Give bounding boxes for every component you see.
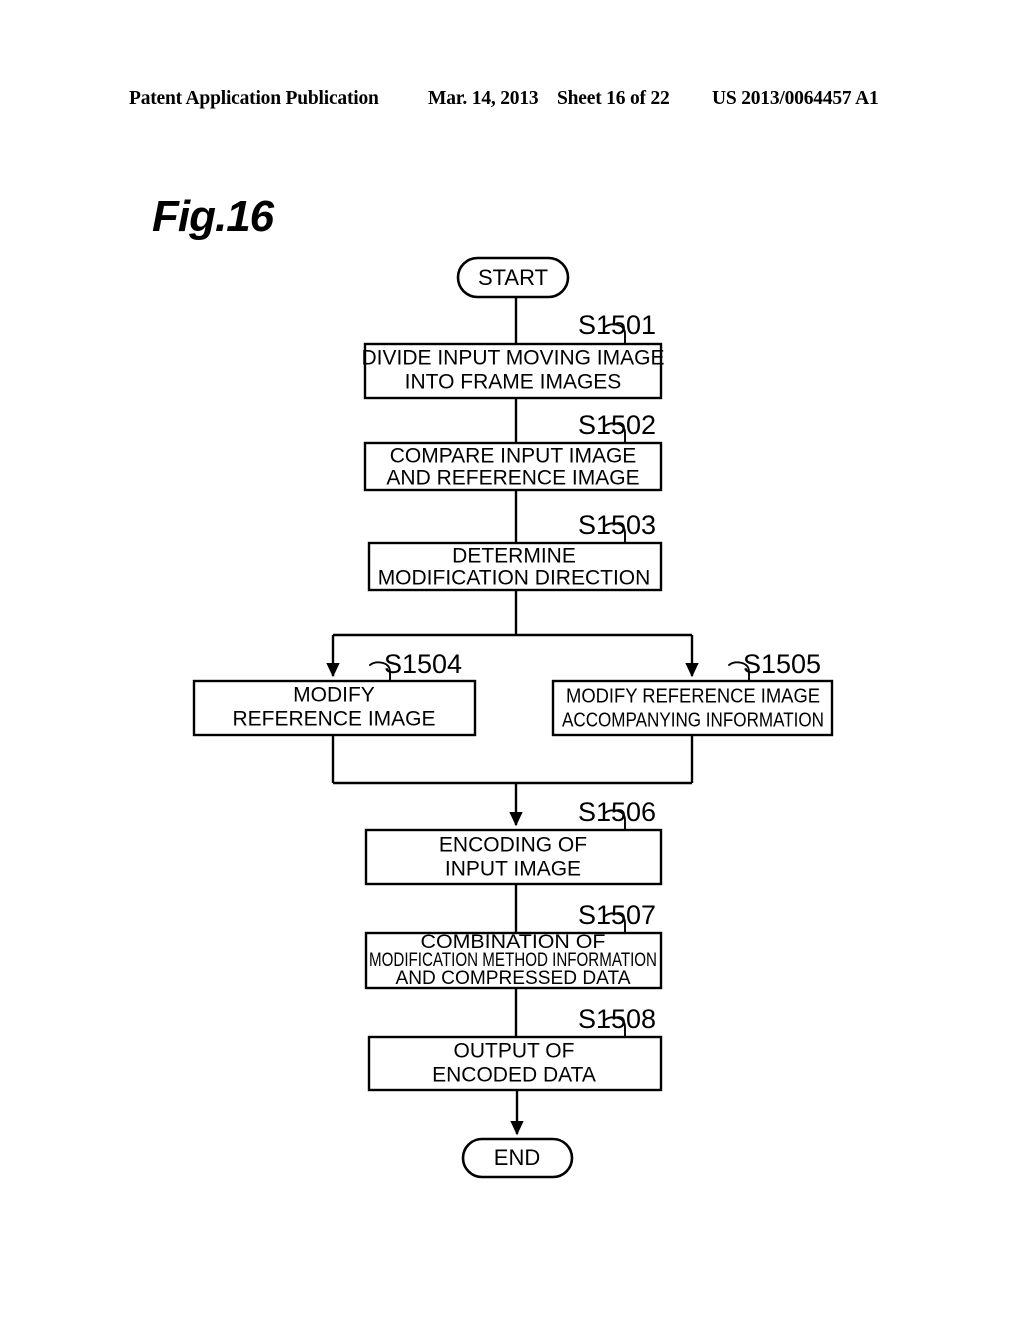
step-label-s1505: S1505 [743, 649, 821, 679]
flow-node-s1505-line-1: MODIFY REFERENCE IMAGE [566, 685, 820, 707]
flow-node-s1505: MODIFY REFERENCE IMAGE ACCOMPANYING INFO… [551, 679, 834, 737]
step-label-s1508: S1508 [578, 1004, 656, 1034]
flow-node-s1506: ENCODING OF INPUT IMAGE [364, 828, 663, 886]
flow-node-s1508-line-1: OUTPUT OF [454, 1040, 575, 1063]
flow-node-s1508-line-2: ENCODED DATA [432, 1064, 596, 1087]
flow-node-end-label: END [494, 1145, 540, 1170]
flow-node-s1503-line-1: DETERMINE [452, 545, 576, 568]
step-label-s1503: S1503 [578, 510, 656, 540]
flow-node-s1506-line-1: ENCODING OF [439, 834, 587, 857]
flow-node-s1502-line-1: COMPARE INPUT IMAGE [390, 445, 637, 468]
flow-node-s1508: OUTPUT OF ENCODED DATA [367, 1035, 663, 1092]
flow-node-s1505-line-2: ACCOMPANYING INFORMATION [562, 709, 824, 731]
flow-node-s1506-line-2: INPUT IMAGE [445, 858, 581, 881]
flow-node-s1501-line-2: INTO FRAME IMAGES [405, 371, 622, 394]
flow-node-s1504: MODIFY REFERENCE IMAGE [192, 679, 477, 737]
flow-node-s1507-line-3: AND COMPRESSED DATA [396, 967, 631, 989]
flow-node-start-label: START [478, 265, 548, 290]
flow-node-s1503: DETERMINE MODIFICATION DIRECTION [367, 541, 663, 592]
step-label-s1502: S1502 [578, 410, 656, 440]
flow-node-s1501: DIVIDE INPUT MOVING IMAGE INTO FRAME IMA… [362, 342, 665, 400]
flow-node-end: END [461, 1137, 574, 1179]
flow-node-s1507: COMBINATION OF MODIFICATION METHOD INFOR… [364, 931, 663, 990]
flow-node-s1504-line-1: MODIFY [293, 684, 375, 707]
step-label-s1501: S1501 [578, 310, 656, 340]
flow-node-s1501-line-1: DIVIDE INPUT MOVING IMAGE [362, 347, 665, 370]
step-label-s1507: S1507 [578, 900, 656, 930]
flow-node-s1502-line-2: AND REFERENCE IMAGE [386, 467, 639, 490]
step-label-s1504: S1504 [384, 649, 462, 679]
flow-node-s1503-line-2: MODIFICATION DIRECTION [378, 567, 651, 590]
flow-node-s1502: COMPARE INPUT IMAGE AND REFERENCE IMAGE [363, 441, 663, 492]
step-label-s1506: S1506 [578, 797, 656, 827]
flow-node-s1504-line-2: REFERENCE IMAGE [232, 708, 435, 731]
flowchart-diagram: START DIVIDE INPUT MOVING IMAGE INTO FRA… [192, 256, 834, 1179]
flow-node-start: START [456, 256, 570, 299]
